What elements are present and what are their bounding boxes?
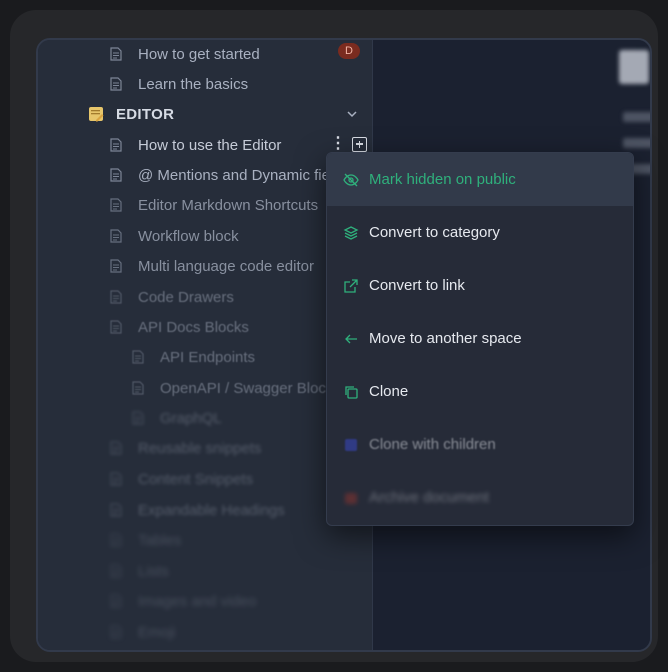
external-link-icon (343, 278, 359, 294)
document-icon (110, 625, 122, 639)
sidebar-item-label: Editor Markdown Shortcuts (138, 196, 319, 214)
document-icon (110, 472, 122, 486)
sidebar-category-editor[interactable]: EDITOR (38, 100, 422, 128)
document-icon (110, 138, 122, 152)
sidebar-item-label: Lists (138, 562, 169, 580)
menu-item-convert-to-category[interactable]: Convert to category (327, 206, 633, 259)
document-icon (110, 533, 122, 547)
menu-item-mark-hidden[interactable]: Mark hidden on public (327, 153, 633, 206)
sidebar-item-label: Images and video (138, 592, 257, 610)
sidebar-item-label: Emoji (138, 623, 176, 641)
menu-item-label: Mark hidden on public (369, 171, 516, 188)
sidebar-item-label: Learn the basics (138, 75, 249, 93)
add-child-icon[interactable] (352, 136, 367, 152)
menu-item-label: Move to another space (369, 330, 522, 347)
context-menu: Mark hidden on public Convert to categor… (326, 152, 634, 526)
menu-item-label: Archive document (369, 489, 490, 506)
sidebar-item-label: Reusable snippets (138, 439, 262, 457)
sidebar-item-label: Multi language code editor (138, 257, 314, 275)
menu-item-label: Convert to category (369, 224, 500, 241)
document-icon (110, 47, 122, 61)
sidebar-item-label: How to use the Editor (138, 136, 282, 154)
sidebar: How to get started D Learn the basics ED… (38, 40, 373, 650)
document-icon (110, 320, 122, 334)
document-icon (110, 290, 122, 304)
chevron-down-icon[interactable] (346, 107, 358, 124)
document-icon (110, 198, 122, 212)
sidebar-item-label: Workflow block (138, 227, 239, 245)
document-icon (110, 594, 122, 608)
menu-item-move-to-space[interactable]: Move to another space (327, 312, 633, 365)
menu-item-label: Clone (369, 383, 409, 400)
menu-item-label: Convert to link (369, 277, 465, 294)
menu-item-clone-with-children[interactable]: Clone with children (327, 418, 633, 471)
row-actions: ⋮ (330, 136, 367, 152)
archive-icon (343, 490, 359, 506)
memo-icon (88, 106, 104, 122)
document-icon (110, 77, 122, 91)
document-icon (110, 259, 122, 273)
menu-item-archive[interactable]: Archive document (327, 471, 633, 524)
sidebar-item-label: API Docs Blocks (138, 318, 249, 336)
document-heading (619, 50, 649, 84)
layers-icon (343, 225, 359, 241)
document-icon (132, 381, 144, 395)
status-badge: D (338, 43, 360, 59)
sidebar-item-label: OpenAPI / Swagger Blocks (160, 379, 341, 397)
sidebar-item-label: GraphQL (160, 409, 222, 427)
menu-item-convert-to-link[interactable]: Convert to link (327, 259, 633, 312)
document-icon (110, 564, 122, 578)
copy-children-icon (343, 437, 359, 453)
sidebar-item-label: Code Drawers (138, 288, 234, 306)
copy-icon (343, 384, 359, 400)
document-icon (110, 441, 122, 455)
sidebar-item-label: Content Snippets (138, 470, 254, 488)
menu-item-clone[interactable]: Clone (327, 365, 633, 418)
sidebar-item-label: API Endpoints (160, 348, 256, 366)
content-text-line (623, 138, 650, 148)
document-icon (132, 411, 144, 425)
menu-item-label: Clone with children (369, 436, 496, 453)
more-options-icon[interactable]: ⋮ (330, 136, 346, 152)
document-icon (110, 229, 122, 243)
eye-off-icon (343, 172, 359, 188)
document-icon (110, 168, 122, 182)
sidebar-item-label: Tables (138, 531, 182, 549)
document-icon (110, 503, 122, 517)
sidebar-item-label: @ Mentions and Dynamic fields (138, 166, 350, 184)
sidebar-item-label: How to get started (138, 45, 260, 63)
category-label: EDITOR (116, 105, 175, 123)
arrow-left-icon (343, 331, 359, 347)
content-text-line (623, 112, 650, 122)
document-icon (132, 350, 144, 364)
sidebar-item-label: Expandable Headings (138, 501, 285, 519)
